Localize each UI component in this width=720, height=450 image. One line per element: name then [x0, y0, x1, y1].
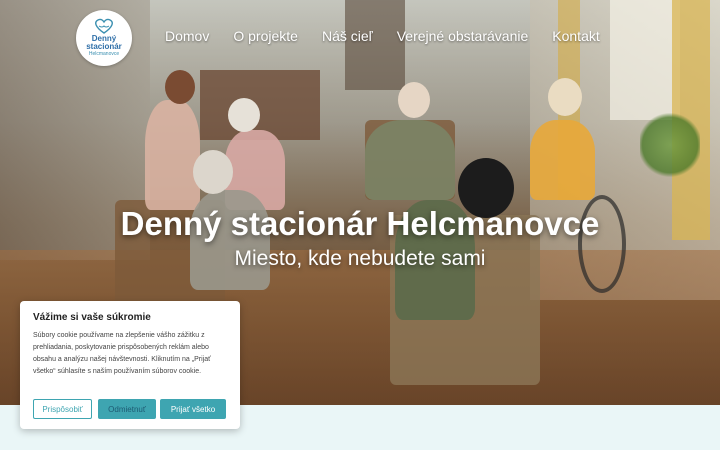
logo-text-line2: stacionár — [86, 42, 122, 51]
hero-photo-person — [365, 120, 455, 200]
hero-photo-head — [548, 78, 582, 116]
main-navigation: Domov O projekte Náš cieľ Verejné obstar… — [165, 28, 600, 44]
cookie-reject-button[interactable]: Odmietnuť — [98, 399, 156, 419]
site-logo[interactable]: Denný stacionár Helcmanovce — [76, 10, 132, 66]
cookie-consent-banner: Vážime si vaše súkromie Súbory cookie po… — [20, 301, 240, 429]
hero-subtitle: Miesto, kde nebudete sami — [234, 247, 486, 270]
logo-text-line3: Helcmanovce — [88, 51, 120, 57]
nav-item-o-projekte[interactable]: O projekte — [233, 28, 298, 44]
nav-item-domov[interactable]: Domov — [165, 28, 209, 44]
hero-photo-person — [145, 100, 200, 210]
hero-title: Denný stacionár Helcmanovce — [120, 205, 600, 242]
cookie-accept-all-button[interactable]: Prijať všetko — [160, 399, 226, 419]
heart-hands-icon — [95, 18, 113, 34]
hero-photo-head — [165, 70, 195, 104]
hero-photo-person — [530, 120, 595, 200]
nav-item-kontakt[interactable]: Kontakt — [552, 28, 599, 44]
cookie-customize-button[interactable]: Prispôsobiť — [33, 399, 92, 419]
cookie-banner-title: Vážime si vaše súkromie — [33, 312, 151, 323]
hero-photo-head — [398, 82, 430, 118]
hero-photo-plant — [640, 110, 700, 180]
hero-photo-shelf — [345, 0, 405, 90]
hero-photo-window — [610, 0, 680, 120]
nav-item-verejne-obstaravanie[interactable]: Verejné obstarávanie — [397, 28, 529, 44]
nav-item-nas-ciel[interactable]: Náš cieľ — [322, 28, 373, 44]
hero-photo-head — [193, 150, 233, 194]
hero-photo-head — [228, 98, 260, 132]
cookie-banner-text: Súbory cookie používame na zlepšenie váš… — [33, 332, 211, 375]
